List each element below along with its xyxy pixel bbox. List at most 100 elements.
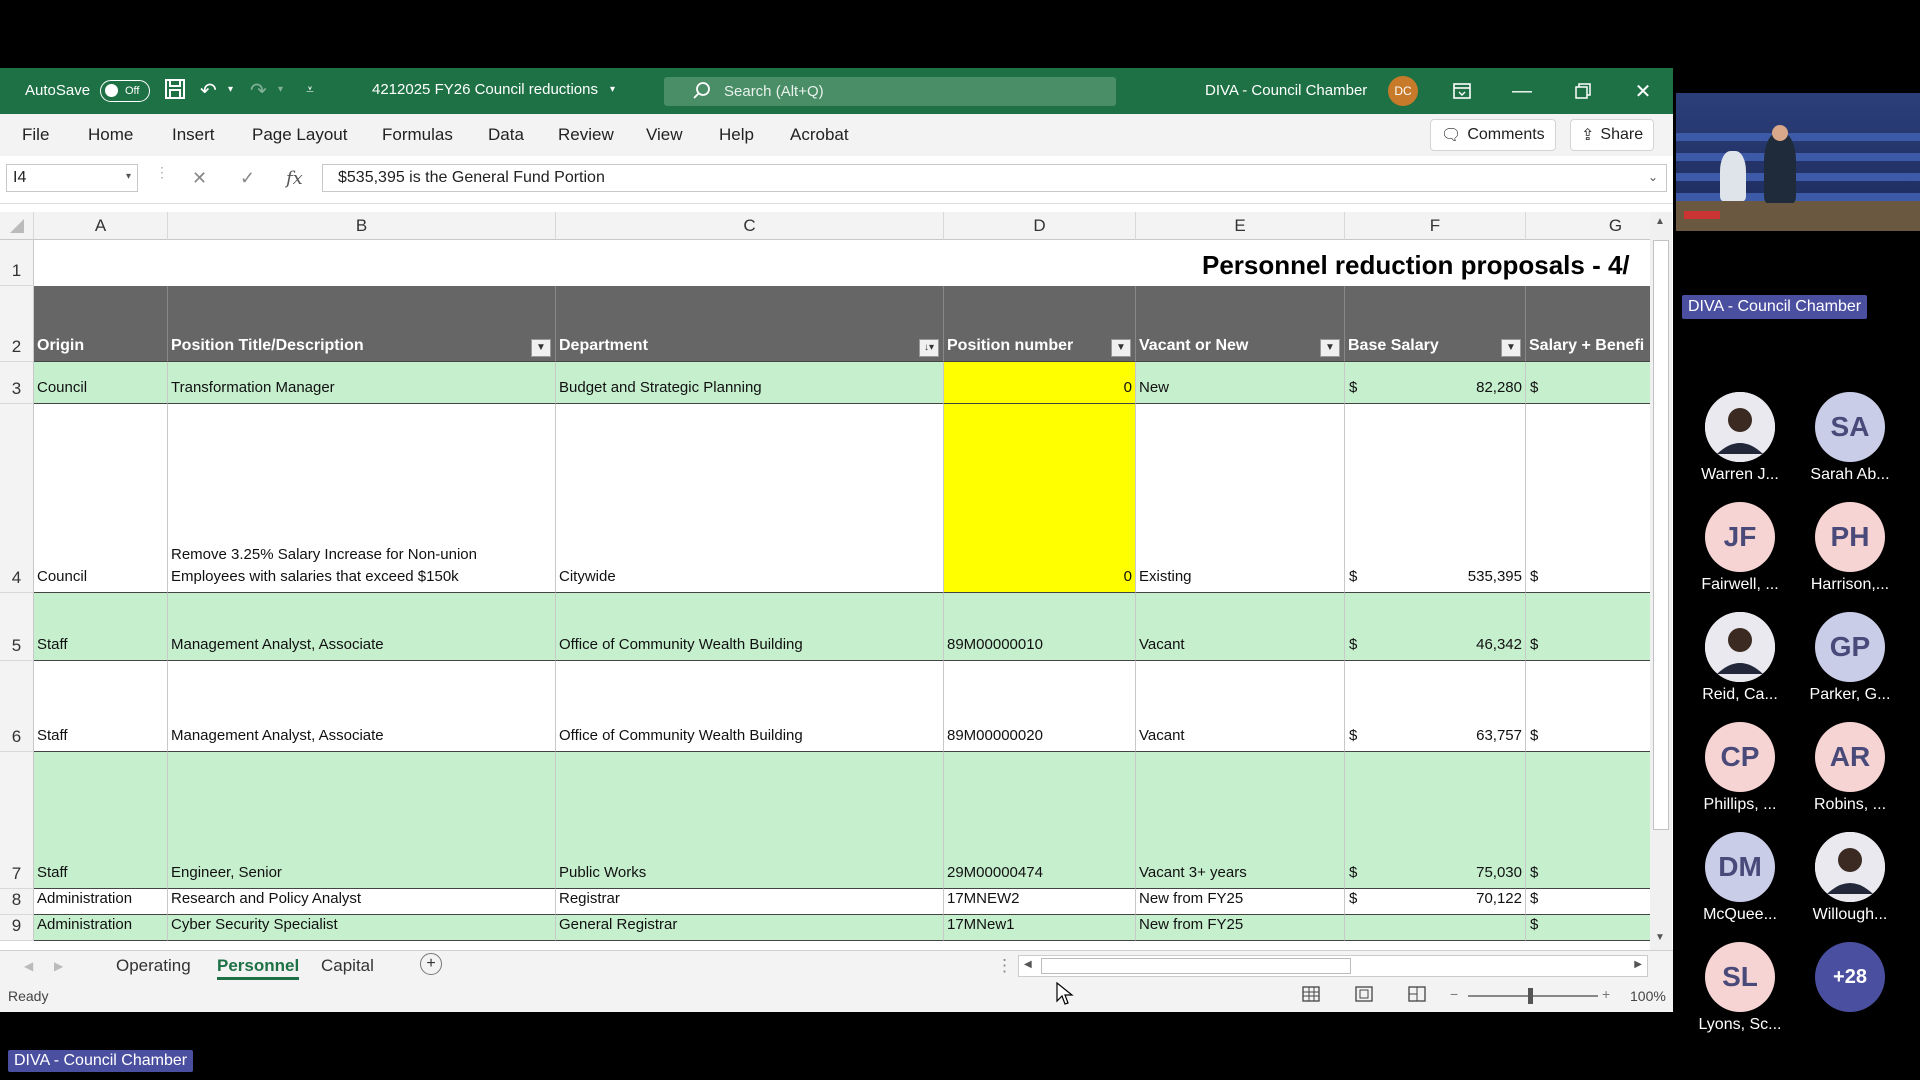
minimize-icon[interactable]: —	[1492, 68, 1552, 114]
file-name-dropdown-icon[interactable]: ▾	[610, 84, 615, 95]
zoom-level[interactable]: 100%	[1630, 988, 1666, 1004]
cancel-icon[interactable]: ✕	[192, 168, 207, 189]
table-cell[interactable]: $	[1526, 593, 1650, 661]
scroll-right-icon[interactable]: ▶	[1634, 959, 1642, 970]
participant-tile[interactable]: CP Phillips, ...	[1690, 722, 1790, 814]
column-header-g[interactable]: G	[1526, 212, 1650, 240]
participant-tile[interactable]: SL Lyons, Sc...	[1690, 942, 1790, 1034]
tab-file[interactable]: File	[22, 125, 49, 145]
search-input[interactable]: Search (Alt+Q)	[664, 77, 1116, 106]
table-cell[interactable]: Staff	[34, 593, 168, 661]
table-cell[interactable]: 75,030 $	[1345, 752, 1526, 889]
vertical-scroll-thumb[interactable]	[1653, 240, 1669, 830]
add-sheet-icon[interactable]: +	[420, 953, 442, 975]
filter-dropdown-icon[interactable]: ▼	[531, 339, 551, 357]
sheet-tab-capital[interactable]: Capital	[321, 956, 374, 976]
header-department[interactable]: Department ↓▾	[556, 286, 944, 362]
column-header-b[interactable]: B	[168, 212, 556, 240]
table-cell[interactable]: Staff	[34, 752, 168, 889]
filter-dropdown-icon[interactable]: ▼	[1320, 339, 1340, 357]
undo-icon[interactable]: ↶	[200, 78, 217, 103]
horizontal-scrollbar[interactable]: ◀ ▶	[1018, 955, 1648, 977]
table-cell[interactable]: Citywide	[556, 404, 944, 593]
table-cell[interactable]: 89M00000010	[944, 593, 1136, 661]
participant-tile[interactable]: GP Parker, G...	[1800, 612, 1900, 704]
next-sheet-icon[interactable]: ▶	[54, 959, 63, 973]
zoom-in-icon[interactable]: +	[1602, 986, 1610, 1002]
table-cell[interactable]	[1345, 915, 1526, 941]
scroll-down-icon[interactable]: ▼	[1655, 932, 1665, 943]
redo-dropdown-icon[interactable]: ▾	[278, 84, 283, 95]
participant-tile[interactable]: +28	[1800, 942, 1900, 1016]
table-cell[interactable]: Budget and Strategic Planning	[556, 362, 944, 404]
table-cell[interactable]: Administration	[34, 915, 168, 941]
scroll-up-icon[interactable]: ▲	[1655, 216, 1665, 227]
header-vacant-or-new[interactable]: Vacant or New ▼	[1136, 286, 1345, 362]
header-position-number[interactable]: Position number ▼	[944, 286, 1136, 362]
table-cell[interactable]: 17MNEW2	[944, 889, 1136, 915]
share-button[interactable]: ⇪ Share	[1570, 119, 1655, 151]
table-cell[interactable]: 0	[944, 404, 1136, 593]
function-icon[interactable]: fx	[286, 168, 303, 189]
tab-view[interactable]: View	[646, 125, 683, 145]
table-cell[interactable]: Staff	[34, 661, 168, 752]
row-header[interactable]: 5	[0, 593, 34, 661]
table-cell[interactable]: General Registrar	[556, 915, 944, 941]
tab-home[interactable]: Home	[88, 125, 133, 145]
table-cell[interactable]: Cyber Security Specialist	[168, 915, 556, 941]
column-header-a[interactable]: A	[34, 212, 168, 240]
table-cell[interactable]: 0	[944, 362, 1136, 404]
undo-dropdown-icon[interactable]: ▾	[228, 84, 233, 95]
participant-tile[interactable]: DM McQuee...	[1690, 832, 1790, 924]
table-cell[interactable]: Council	[34, 404, 168, 593]
select-all-corner[interactable]	[0, 212, 34, 240]
file-name[interactable]: 4212025 FY26 Council reductions	[372, 81, 598, 98]
table-cell[interactable]: $	[1526, 915, 1650, 941]
tab-help[interactable]: Help	[719, 125, 754, 145]
sheet-tab-personnel[interactable]: Personnel	[217, 956, 300, 980]
row-header[interactable]: 3	[0, 362, 34, 404]
row-header[interactable]: 6	[0, 661, 34, 752]
table-cell[interactable]: 63,757 $	[1345, 661, 1526, 752]
tab-review[interactable]: Review	[558, 125, 614, 145]
column-header-e[interactable]: E	[1136, 212, 1345, 240]
table-cell[interactable]: $	[1526, 752, 1650, 889]
table-cell[interactable]: $	[1526, 661, 1650, 752]
participant-tile[interactable]: AR Robins, ...	[1800, 722, 1900, 814]
prev-sheet-icon[interactable]: ◀	[24, 959, 33, 973]
account-name[interactable]: DIVA - Council Chamber	[1205, 82, 1367, 99]
table-cell[interactable]: 29M00000474	[944, 752, 1136, 889]
table-cell[interactable]: $	[1526, 889, 1650, 915]
ribbon-display-icon[interactable]	[1432, 68, 1492, 114]
table-cell[interactable]: Office of Community Wealth Building	[556, 593, 944, 661]
account-avatar[interactable]: DC	[1388, 76, 1418, 106]
sort-filter-icon[interactable]: ↓▾	[919, 339, 939, 357]
header-position-title[interactable]: Position Title/Description ▼	[168, 286, 556, 362]
table-cell[interactable]: 1$	[1526, 362, 1650, 404]
table-cell[interactable]: 46,342 $	[1345, 593, 1526, 661]
table-cell[interactable]: 5$	[1526, 404, 1650, 593]
normal-view-icon[interactable]	[1302, 986, 1320, 1005]
table-cell[interactable]: 535,395 $	[1345, 404, 1526, 593]
participant-tile[interactable]: Warren J...	[1690, 392, 1790, 484]
row-header[interactable]: 7	[0, 752, 34, 889]
participant-tile[interactable]: PH Harrison,...	[1800, 502, 1900, 594]
row-header[interactable]: 2	[0, 286, 34, 362]
table-cell[interactable]: New	[1136, 362, 1345, 404]
row-header[interactable]: 9	[0, 915, 34, 941]
column-header-f[interactable]: F	[1345, 212, 1526, 240]
formula-input[interactable]: $535,395 is the General Fund Portion	[322, 164, 1667, 192]
table-cell[interactable]: Management Analyst, Associate	[168, 593, 556, 661]
row-header[interactable]: 4	[0, 404, 34, 593]
name-box[interactable]: I4 ▾	[6, 164, 138, 192]
table-cell[interactable]: Office of Community Wealth Building	[556, 661, 944, 752]
row-header[interactable]: 8	[0, 889, 34, 915]
table-cell[interactable]: Administration	[34, 889, 168, 915]
header-salary-benefits[interactable]: Salary + Benefi	[1526, 286, 1650, 362]
participant-tile[interactable]: Willough...	[1800, 832, 1900, 924]
filter-dropdown-icon[interactable]: ▼	[1111, 339, 1131, 357]
participant-tile[interactable]: SA Sarah Ab...	[1800, 392, 1900, 484]
header-origin[interactable]: Origin	[34, 286, 168, 362]
filter-dropdown-icon[interactable]: ▼	[1501, 339, 1521, 357]
sheet-tab-operating[interactable]: Operating	[116, 956, 191, 976]
